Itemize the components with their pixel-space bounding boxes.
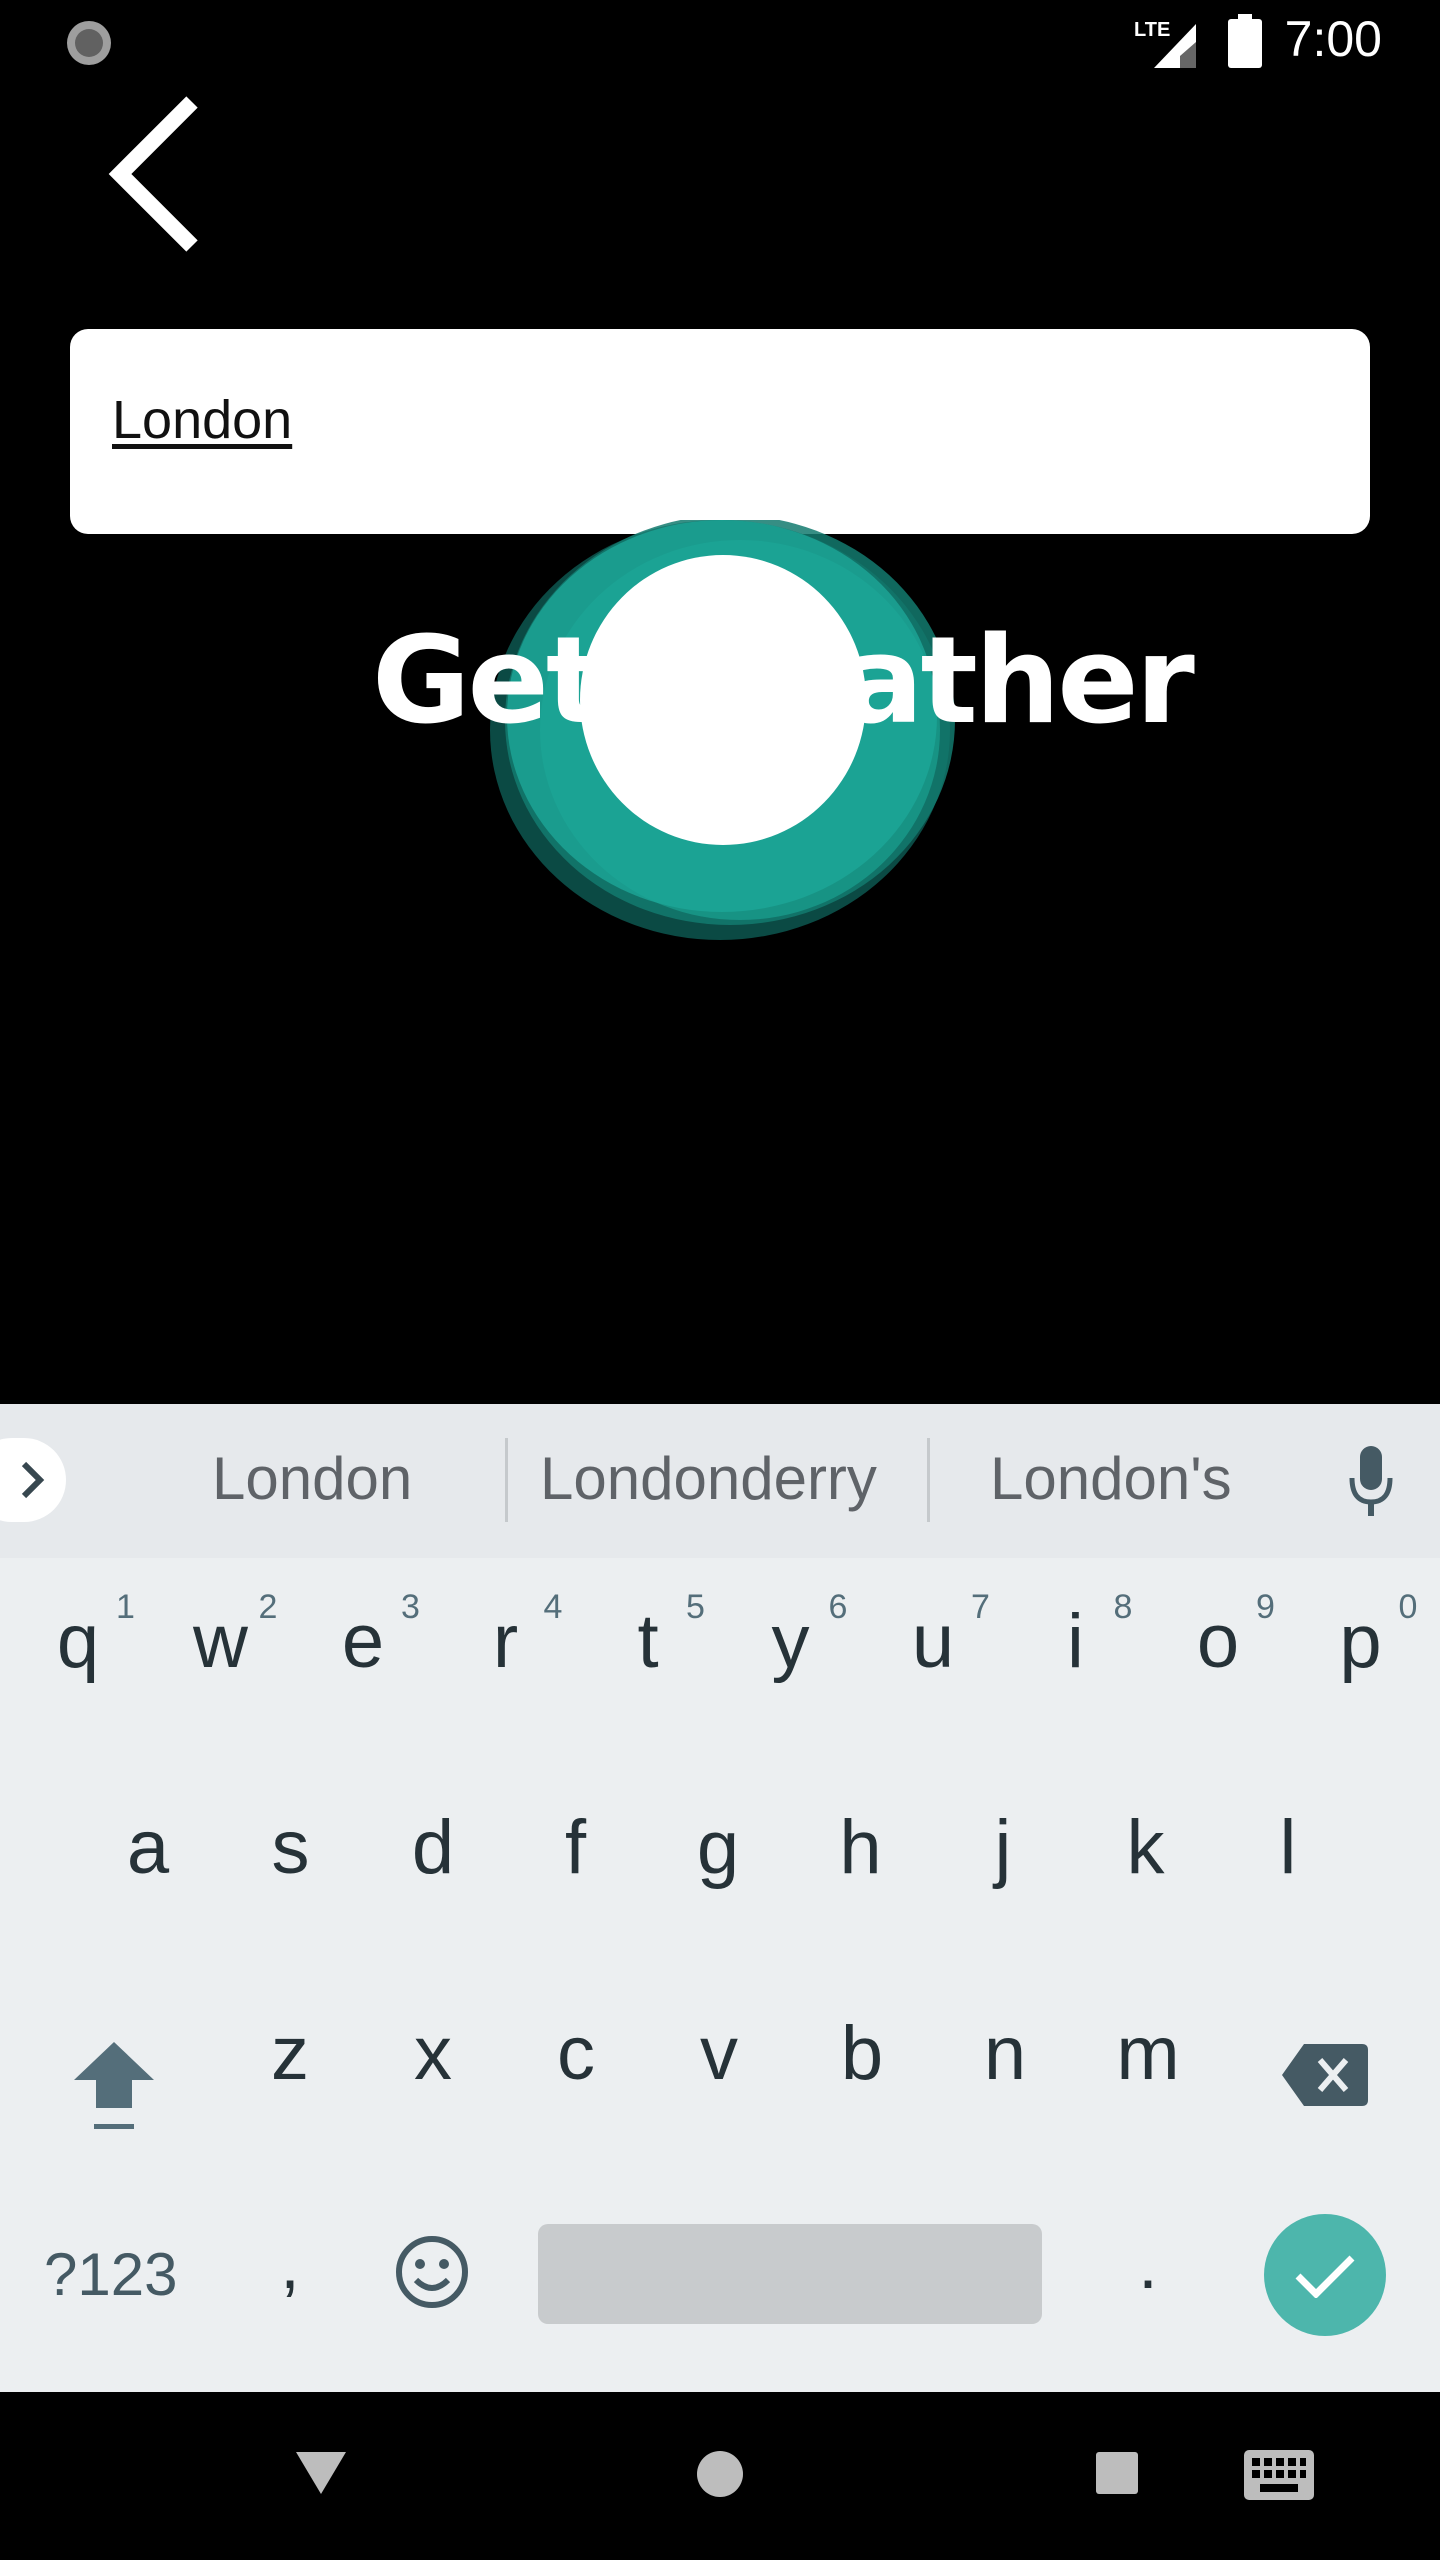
comma-key[interactable]: , bbox=[230, 2224, 350, 2304]
key-a[interactable]: a bbox=[88, 1804, 208, 1891]
key-s[interactable]: s bbox=[231, 1804, 351, 1891]
key-hint: 4 bbox=[543, 1588, 563, 1626]
back-arrow-icon bbox=[108, 96, 198, 252]
navigation-bar bbox=[0, 2392, 1440, 2560]
soft-keyboard: London Londonderry London's q1w2e3r4t5y6… bbox=[0, 1404, 1440, 2392]
city-search-input[interactable] bbox=[112, 389, 1312, 451]
key-v[interactable]: v bbox=[659, 2010, 779, 2097]
city-search-field[interactable] bbox=[70, 329, 1370, 534]
key-d[interactable]: d bbox=[373, 1804, 493, 1891]
key-l[interactable]: l bbox=[1228, 1804, 1348, 1891]
suggestion-divider bbox=[505, 1438, 508, 1522]
key-hint: 7 bbox=[971, 1588, 990, 1626]
space-key[interactable] bbox=[538, 2224, 1042, 2324]
loader-circle bbox=[580, 555, 866, 845]
key-hint: 9 bbox=[1256, 1588, 1275, 1626]
key-hint: 2 bbox=[258, 1588, 278, 1626]
key-hint: 6 bbox=[828, 1588, 848, 1626]
key-g[interactable]: g bbox=[658, 1804, 778, 1891]
key-c[interactable]: c bbox=[516, 2010, 636, 2097]
key-hint: 3 bbox=[401, 1588, 420, 1626]
key-k[interactable]: k bbox=[1086, 1804, 1206, 1891]
suggestion-divider bbox=[927, 1438, 930, 1522]
backspace-key[interactable] bbox=[1282, 2044, 1368, 2106]
lte-signal-icon: LTE bbox=[1134, 16, 1204, 68]
nav-back-icon[interactable] bbox=[296, 2452, 346, 2494]
emoji-key[interactable] bbox=[394, 2234, 470, 2310]
status-time: 7:00 bbox=[1284, 11, 1382, 67]
key-z[interactable]: z bbox=[230, 2010, 350, 2097]
keyboard-switch-icon[interactable] bbox=[1244, 2450, 1314, 2500]
check-icon bbox=[1295, 2255, 1355, 2298]
nav-recents-icon[interactable] bbox=[1096, 2452, 1138, 2494]
period-key[interactable]: . bbox=[1088, 2224, 1208, 2304]
key-j[interactable]: j bbox=[943, 1804, 1063, 1891]
battery-icon bbox=[1228, 14, 1262, 68]
key-x[interactable]: x bbox=[373, 2010, 493, 2097]
chevron-right-icon bbox=[21, 1461, 45, 1499]
key-hint: 0 bbox=[1398, 1588, 1418, 1626]
key-h[interactable]: h bbox=[801, 1804, 921, 1891]
key-hint: 5 bbox=[686, 1588, 705, 1626]
suggestions-expand-button[interactable] bbox=[0, 1438, 66, 1522]
back-button[interactable] bbox=[100, 90, 210, 260]
key-b[interactable]: b bbox=[802, 2010, 922, 2097]
enter-key[interactable] bbox=[1264, 2214, 1386, 2336]
key-n[interactable]: n bbox=[945, 2010, 1065, 2097]
symbols-key[interactable]: ?123 bbox=[44, 2240, 184, 2309]
suggestion-bar: London Londonderry London's bbox=[0, 1404, 1440, 1558]
status-bar: LTE 7:00 bbox=[0, 0, 1440, 84]
key-f[interactable]: f bbox=[516, 1804, 636, 1891]
key-hint: 1 bbox=[116, 1588, 135, 1626]
suggestion-3[interactable]: London's bbox=[990, 1444, 1232, 1513]
shift-key[interactable] bbox=[68, 2036, 160, 2136]
suggestion-1[interactable]: London bbox=[212, 1444, 412, 1513]
suggestion-2[interactable]: Londonderry bbox=[540, 1444, 877, 1513]
microphone-icon[interactable] bbox=[1348, 1446, 1394, 1518]
key-hint: 8 bbox=[1113, 1588, 1133, 1626]
svg-text:LTE: LTE bbox=[1134, 19, 1170, 41]
nav-home-icon[interactable] bbox=[696, 2450, 744, 2498]
loading-spinner-icon bbox=[67, 21, 111, 65]
key-m[interactable]: m bbox=[1088, 2010, 1208, 2097]
